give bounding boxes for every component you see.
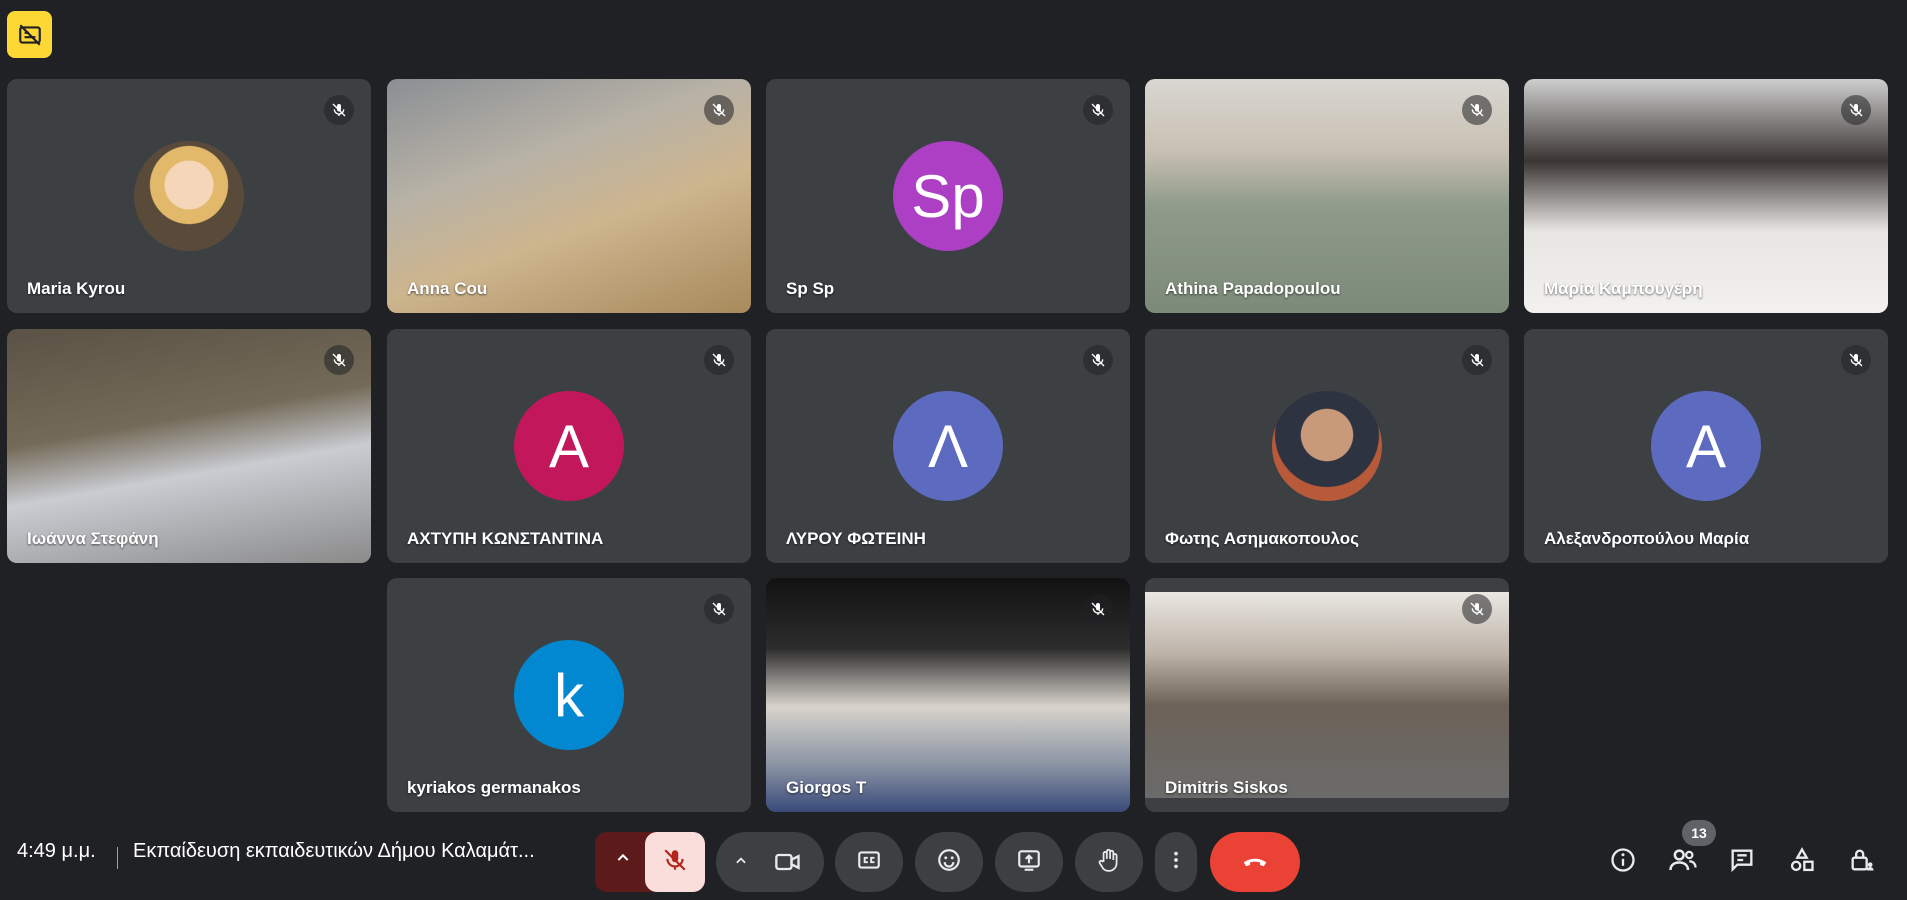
people-button[interactable] xyxy=(1663,842,1703,882)
mic-off-icon xyxy=(1462,95,1492,125)
participant-name: Μαρία Καμπουγέρη xyxy=(1544,279,1703,298)
participant-name: ΛΥΡΟΥ ΦΩΤΕΙΝΗ xyxy=(786,529,926,548)
video-feed xyxy=(7,329,371,563)
participant-name: Αλεξανδροπούλου Μαρία xyxy=(1544,529,1750,548)
mic-off-icon xyxy=(704,95,734,125)
avatar-initials: Α xyxy=(1651,391,1761,501)
participant-tile[interactable]: Giorgos T xyxy=(766,578,1130,812)
activities-button[interactable] xyxy=(1782,842,1822,882)
mic-off-icon xyxy=(1462,345,1492,375)
raise-hand-button[interactable] xyxy=(1075,832,1143,892)
mic-off-icon xyxy=(704,345,734,375)
participant-tile[interactable]: Λ ΛΥΡΟΥ ΦΩΤΕΙΝΗ xyxy=(766,329,1130,563)
shapes-icon xyxy=(1788,846,1816,879)
info-icon xyxy=(1609,846,1637,879)
avatar-initials: Λ xyxy=(893,391,1003,501)
mic-off-icon xyxy=(1841,345,1871,375)
hand-icon xyxy=(1096,847,1122,878)
mic-off-icon xyxy=(1083,345,1113,375)
participant-tile[interactable]: Α ΑΧΤΥΠΗ ΚΩΝΣΤΑΝΤΙΝΑ xyxy=(387,329,751,563)
participant-name: Anna Cou xyxy=(407,279,488,298)
mic-off-icon xyxy=(704,594,734,624)
participant-name: Sp Sp xyxy=(786,279,835,298)
mic-off-icon xyxy=(662,847,688,878)
camera-icon[interactable] xyxy=(774,848,802,881)
mic-off-icon xyxy=(1083,594,1113,624)
participant-name: Ιωάννα Στεφάνη xyxy=(27,529,159,548)
participant-tile[interactable]: Φωτης Ασημακοπουλος xyxy=(1145,329,1509,563)
participant-tile[interactable]: Dimitris Siskos xyxy=(1145,578,1509,812)
mic-off-icon xyxy=(324,95,354,125)
more-vert-icon xyxy=(1165,849,1187,876)
avatar-initials: Α xyxy=(514,391,624,501)
participant-tile[interactable]: k kyriakos germanakos xyxy=(387,578,751,812)
leave-call-button[interactable] xyxy=(1210,832,1300,892)
participant-name: Dimitris Siskos xyxy=(1165,778,1288,797)
participant-tile[interactable]: Α Αλεξανδροπούλου Μαρία xyxy=(1524,329,1888,563)
participant-tile[interactable]: Athina Papadopoulou xyxy=(1145,79,1509,313)
video-feed xyxy=(1145,592,1509,798)
mic-toggle-button[interactable] xyxy=(645,832,705,892)
video-feed xyxy=(1145,79,1509,313)
participant-tile[interactable]: Ιωάννα Στεφάνη xyxy=(7,329,371,563)
mic-off-icon xyxy=(1462,594,1492,624)
participant-name: Φωτης Ασημακοπουλος xyxy=(1165,529,1360,548)
more-options-button[interactable] xyxy=(1155,832,1197,892)
reactions-button[interactable] xyxy=(915,832,983,892)
mic-off-icon xyxy=(1841,95,1871,125)
meeting-details-button[interactable] xyxy=(1603,842,1643,882)
participant-tile[interactable]: Μαρία Καμπουγέρη xyxy=(1524,79,1888,313)
video-feed xyxy=(387,79,751,313)
participant-name: kyriakos germanakos xyxy=(407,778,581,797)
end-call-icon xyxy=(1240,845,1270,880)
chat-icon xyxy=(1728,846,1756,879)
lock-person-icon xyxy=(1848,846,1876,879)
present-screen-icon xyxy=(1016,847,1042,878)
captions-icon xyxy=(856,847,882,878)
meeting-time: 4:49 μ.μ. xyxy=(17,840,96,862)
host-controls-button[interactable] xyxy=(1842,842,1882,882)
participant-tile[interactable]: Sp Sp Sp xyxy=(766,79,1130,313)
participant-name: ΑΧΤΥΠΗ ΚΩΝΣΤΑΝΤΙΝΑ xyxy=(407,529,604,548)
present-screen-button[interactable] xyxy=(995,832,1063,892)
chevron-up-icon xyxy=(734,854,748,873)
mic-off-icon xyxy=(1083,95,1113,125)
participant-name: Athina Papadopoulou xyxy=(1165,279,1341,298)
mic-off-icon xyxy=(324,345,354,375)
emoji-icon xyxy=(936,847,962,878)
captions-off-badge-icon[interactable] xyxy=(7,11,52,58)
participant-name: Giorgos T xyxy=(786,778,867,797)
participant-tile[interactable]: Maria Kyrou xyxy=(7,79,371,313)
video-feed xyxy=(1524,79,1888,313)
people-icon xyxy=(1668,845,1698,880)
avatar-initials: Sp xyxy=(893,141,1003,251)
profile-photo xyxy=(134,141,244,251)
camera-options-button[interactable] xyxy=(716,832,824,892)
avatar-initials: k xyxy=(514,640,624,750)
divider xyxy=(117,847,118,869)
participant-name: Maria Kyrou xyxy=(27,279,126,298)
chevron-up-icon xyxy=(615,850,631,871)
meeting-title: Εκπαίδευση εκπαιδευτικών Δήμου Καλαμάτ..… xyxy=(133,840,535,862)
captions-button[interactable] xyxy=(835,832,903,892)
video-feed xyxy=(766,578,1130,812)
chat-button[interactable] xyxy=(1722,842,1762,882)
participant-tile[interactable]: Anna Cou xyxy=(387,79,751,313)
profile-photo xyxy=(1272,391,1382,501)
